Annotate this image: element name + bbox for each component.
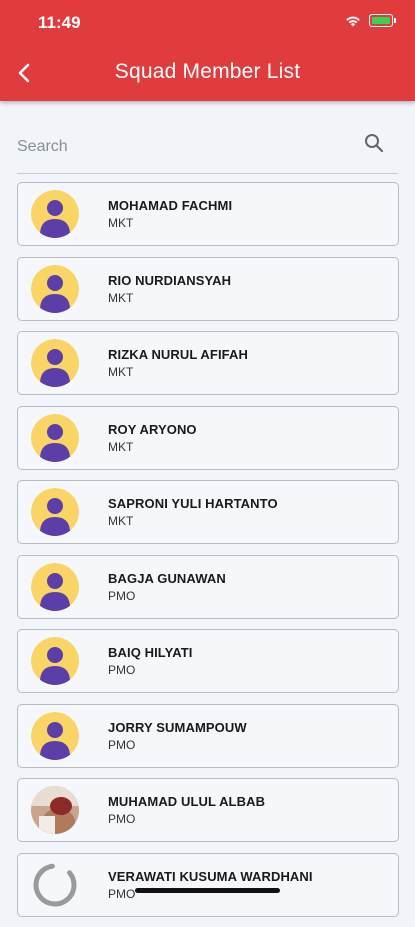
status-icons <box>345 14 396 27</box>
member-list-item[interactable]: JORRY SUMAMPOUW PMO <box>17 703 399 768</box>
search-icon[interactable] <box>362 131 386 155</box>
search-input[interactable] <box>17 129 337 165</box>
member-list-item[interactable]: VERAWATI KUSUMA WARDHANI PMO <box>17 852 399 917</box>
member-name: JORRY SUMAMPOUW <box>108 719 247 735</box>
page-title: Squad Member List <box>114 60 301 83</box>
avatar-default-icon <box>31 339 79 387</box>
member-department: MKT <box>108 365 134 379</box>
member-department: MKT <box>108 290 134 305</box>
battery-icon <box>369 14 396 27</box>
member-name: VERAWATI KUSUMA WARDHANI <box>108 868 313 884</box>
avatar-default-icon <box>31 711 79 760</box>
member-department: PMO <box>108 588 136 603</box>
member-list-item[interactable]: RIZKA NURUL AFIFAH MKT <box>17 331 399 395</box>
member-department: PMO <box>108 663 136 677</box>
member-list-item[interactable]: MUHAMAD ULUL ALBAB PMO <box>17 778 399 842</box>
status-time: 11:49 <box>38 13 81 32</box>
member-name: MUHAMAD ULUL ALBAB <box>108 794 266 809</box>
member-department: MKT <box>108 216 134 230</box>
member-name: RIO NURDIANSYAH <box>108 272 232 288</box>
avatar-default-icon <box>31 413 79 462</box>
member-name: ROY ARYONO <box>108 421 197 437</box>
member-name: BAGJA GUNAWAN <box>108 570 226 586</box>
avatar-default-icon <box>31 264 79 313</box>
member-list: MOHAMAD FACHMI MKT RIO NURDIANSYAH MKT RIZKA… <box>17 182 399 927</box>
member-name: RIZKA NURUL AFIFAH <box>108 347 248 362</box>
search-bar <box>17 121 398 174</box>
member-department: PMO <box>108 737 136 752</box>
member-list-item[interactable]: RIO NURDIANSYAH MKT <box>17 256 399 321</box>
avatar-default-icon <box>31 637 79 685</box>
home-indicator <box>135 888 280 893</box>
member-list-item[interactable]: MOHAMAD FACHMI MKT <box>17 182 399 246</box>
avatar-photo <box>31 786 79 834</box>
member-department: PMO <box>108 812 136 826</box>
member-list-item[interactable]: ROY ARYONO MKT <box>17 405 399 470</box>
app-header: 11:49 Squad Member List <box>0 0 415 101</box>
avatar-default-icon <box>31 190 79 238</box>
member-name: MOHAMAD FACHMI <box>108 198 233 213</box>
member-name: BAIQ HILYATI <box>108 645 193 660</box>
member-list-item[interactable]: BAGJA GUNAWAN PMO <box>17 554 399 619</box>
member-name: SAPRONI YULI HARTANTO <box>108 496 278 511</box>
member-list-item[interactable]: SAPRONI YULI HARTANTO MKT <box>17 480 399 544</box>
avatar-default-icon <box>31 562 79 611</box>
loading-spinner-icon <box>31 861 79 909</box>
member-department: MKT <box>108 439 134 454</box>
member-list-item[interactable]: BAIQ HILYATI PMO <box>17 629 399 693</box>
wifi-icon <box>346 16 360 26</box>
member-department: PMO <box>108 886 136 901</box>
member-department: MKT <box>108 514 134 528</box>
avatar-default-icon <box>31 488 79 536</box>
